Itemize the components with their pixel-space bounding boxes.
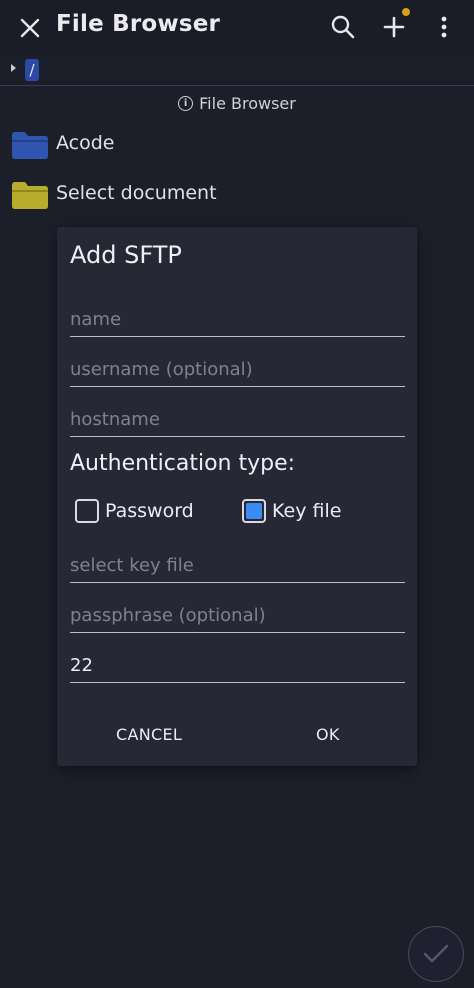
password-label: Password [105,500,194,522]
info-label: File Browser [199,93,296,113]
add-sftp-dialog: Add SFTP Authentication type: Password K… [57,227,417,766]
more-vertical-icon [441,16,447,38]
key-file-checkbox[interactable] [242,499,266,523]
file-name: Acode [56,132,115,154]
name-input[interactable] [70,309,405,330]
auth-type-label: Authentication type: [70,451,296,476]
app-bar: File Browser [0,0,474,54]
breadcrumb-root[interactable]: / [25,59,39,81]
password-checkbox[interactable] [75,499,99,523]
more-options-button[interactable] [426,10,462,44]
info-icon: i [178,95,194,111]
passphrase-input[interactable] [70,605,405,626]
ok-button[interactable]: OK [316,725,340,744]
notification-dot [402,8,410,16]
key-file-option[interactable]: Key file [242,498,341,524]
add-icon [383,16,405,38]
search-button[interactable] [325,10,361,44]
port-field[interactable] [70,643,405,683]
password-option[interactable]: Password [75,498,194,524]
cancel-button[interactable]: CANCEL [116,725,182,744]
close-button[interactable] [14,12,46,44]
confirm-fab[interactable] [408,926,464,982]
list-item[interactable]: Select document [0,170,474,220]
name-field[interactable] [70,297,405,337]
app-title: File Browser [56,11,221,37]
search-icon [331,15,355,39]
file-name: Select document [56,182,217,204]
info-row: i File Browser [0,86,474,120]
check-icon [423,944,449,963]
key-file-field[interactable] [70,543,405,583]
key-file-label: Key file [272,500,342,522]
caret-right-icon[interactable] [11,64,16,72]
username-field[interactable] [70,347,405,387]
port-input[interactable] [70,655,405,676]
folder-icon [12,182,48,209]
folder-icon [12,132,48,159]
path-bar: / [0,54,474,86]
list-item[interactable]: Acode [0,120,474,170]
close-icon [20,18,40,38]
username-input[interactable] [70,359,405,380]
passphrase-field[interactable] [70,593,405,633]
hostname-input[interactable] [70,409,405,430]
dialog-title: Add SFTP [70,241,182,269]
key-file-input[interactable] [70,555,405,576]
hostname-field[interactable] [70,397,405,437]
